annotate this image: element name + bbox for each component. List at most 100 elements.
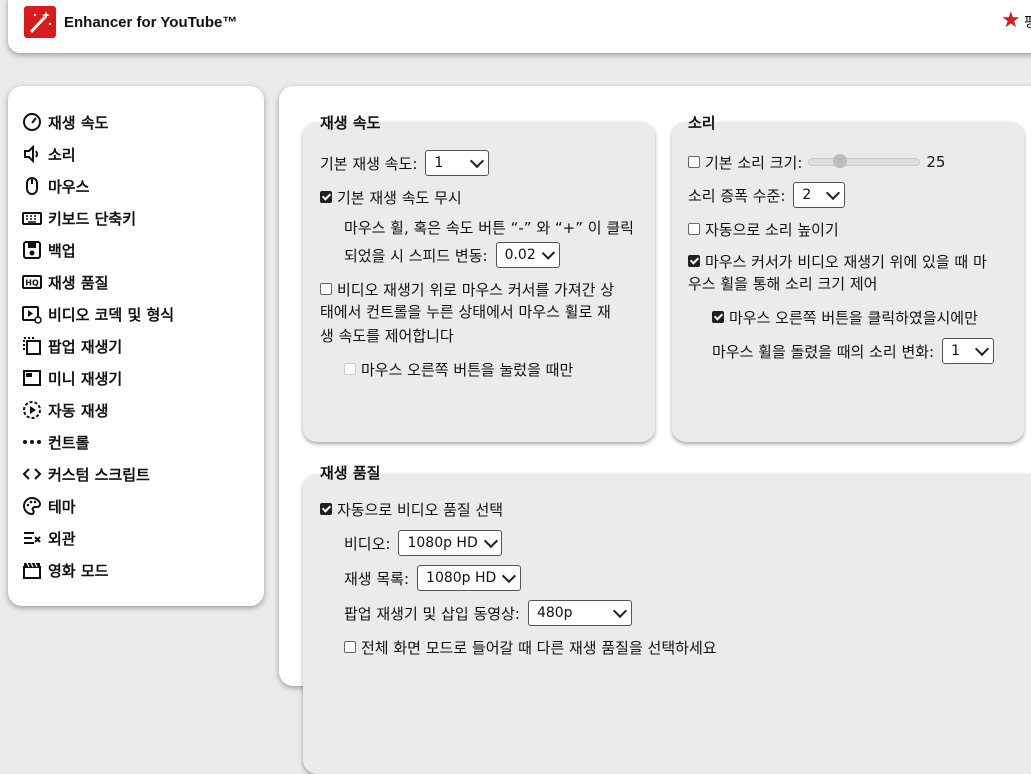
default-volume-row: 기본 소리 크기: 25 xyxy=(688,151,945,173)
select-value: 2 xyxy=(802,187,812,203)
chevron-down-icon xyxy=(502,569,517,583)
sidebar-item-controls[interactable]: 컨트롤 xyxy=(22,430,89,454)
popup-quality-label: 팝업 재생기 및 삽입 동영상: xyxy=(344,604,520,623)
sidebar-item-label: 컨트롤 xyxy=(48,433,90,452)
sidebar-item-label: 재생 품질 xyxy=(48,273,109,292)
wheel-step-label: 되었을 시 스피드 변동: xyxy=(344,246,488,265)
wheel-step-select[interactable]: 0.02 xyxy=(495,242,560,268)
auto-quality-checkbox[interactable] xyxy=(320,503,332,515)
select-value: 1 xyxy=(951,343,961,359)
fullscreen-quality-label: 전체 화면 모드로 들어갈 때 다른 재생 품질을 선택하세요 xyxy=(361,638,717,657)
boost-label: 소리 증폭 수준: xyxy=(688,186,786,205)
clapperboard-icon xyxy=(23,562,41,579)
fullscreen-quality-checkbox[interactable] xyxy=(344,641,356,653)
sidebar-item-quality[interactable]: HQ 재생 품질 xyxy=(22,270,108,294)
sidebar-item-sound[interactable]: 소리 xyxy=(22,142,76,166)
sidebar-item-mini-player[interactable]: 미니 재생기 xyxy=(22,366,122,390)
svg-text:HQ: HQ xyxy=(25,279,39,288)
volume-wheel-change-select[interactable]: 1 xyxy=(942,338,995,364)
chevron-down-icon xyxy=(541,246,555,260)
sidebar-item-label: 비디오 코덱 및 형식 xyxy=(48,305,175,324)
speed-right-button-checkbox[interactable] xyxy=(344,363,356,375)
fullscreen-quality-row[interactable]: 전체 화면 모드로 들어갈 때 다른 재생 품질을 선택하세요 xyxy=(344,636,717,658)
chevron-down-icon xyxy=(826,185,841,201)
default-volume-slider[interactable] xyxy=(808,154,921,168)
mini-player-icon xyxy=(23,370,41,386)
appearance-icon xyxy=(24,532,41,544)
sidebar-item-theme[interactable]: 테마 xyxy=(22,494,76,518)
volume-right-click-row[interactable]: 마우스 오른쪽 버튼을 클릭하였을시에만 xyxy=(712,306,978,328)
keyboard-icon xyxy=(22,212,42,225)
sidebar-item-label: 미니 재생기 xyxy=(48,369,123,388)
autoplay-icon xyxy=(23,401,41,419)
volume-right-click-checkbox[interactable] xyxy=(712,311,724,323)
chevron-down-icon xyxy=(483,534,498,548)
rate-link-text[interactable]: 평 xyxy=(1024,12,1031,32)
sidebar-item-label: 소리 xyxy=(48,145,76,164)
sidebar-item-label: 백업 xyxy=(48,241,76,260)
sidebar-item-label: 키보드 단축키 xyxy=(48,209,137,228)
select-value: 1080p HD xyxy=(426,570,497,586)
sidebar-item-label: 영화 모드 xyxy=(48,561,109,580)
popup-icon xyxy=(23,337,41,355)
sidebar-item-custom-script[interactable]: 커스텀 스크립트 xyxy=(22,462,150,486)
volume-wheel-label-rest: 우스 휠을 통해 소리 크기 제어 xyxy=(688,272,877,296)
magic-wand-logo-icon xyxy=(24,6,56,38)
speed-right-button-row[interactable]: 마우스 오른쪽 버튼을 눌렀을 때만 xyxy=(344,358,573,380)
chevron-down-icon xyxy=(470,153,485,169)
popup-quality-select[interactable]: 480p xyxy=(527,600,632,626)
volume-wheel-checkbox[interactable] xyxy=(688,255,700,267)
default-speed-select[interactable]: 1 xyxy=(425,150,490,176)
sidebar-item-label: 팝업 재생기 xyxy=(48,337,123,356)
chevron-down-icon xyxy=(975,341,990,357)
sidebar-item-autoplay[interactable]: 자동 재생 xyxy=(22,398,108,422)
sidebar-item-playback-speed[interactable]: 재생 속도 xyxy=(22,110,108,134)
select-value: 1 xyxy=(434,155,444,171)
auto-raise-checkbox[interactable] xyxy=(688,223,700,235)
sidebar-item-codec[interactable]: 비디오 코덱 및 형식 xyxy=(22,302,174,326)
main-panel: 재생 속도 기본 재생 속도: 1 기본 재생 속도 무시 마우스 휠, 혹은 … xyxy=(279,86,1031,774)
app-title: Enhancer for YouTube™ xyxy=(64,14,238,31)
volume-right-click-label: 마우스 오른쪽 버튼을 클릭하였을시에만 xyxy=(729,308,978,327)
popup-quality-row: 팝업 재생기 및 삽입 동영상: 480p xyxy=(344,600,632,626)
speedometer-icon xyxy=(23,113,41,131)
ignore-default-speed-checkbox[interactable] xyxy=(320,191,332,203)
playlist-quality-row: 재생 목록: 1080p HD xyxy=(344,565,522,591)
sidebar-item-backup[interactable]: 백업 xyxy=(22,238,76,262)
default-speed-label: 기본 재생 속도: xyxy=(320,154,418,173)
default-volume-checkbox[interactable] xyxy=(688,156,700,168)
sidebar-item-label: 재생 속도 xyxy=(48,113,109,132)
sidebar-item-appearance[interactable]: 외관 xyxy=(22,526,76,550)
playlist-quality-label: 재생 목록: xyxy=(344,569,410,588)
control-wheel-row[interactable]: 비디오 재생기 위로 마우스 커서를 가져간 상 xyxy=(320,278,614,300)
auto-quality-row[interactable]: 자동으로 비디오 품질 선택 xyxy=(320,498,503,520)
more-icon xyxy=(23,440,41,444)
sidebar-item-keyboard[interactable]: 키보드 단축키 xyxy=(22,206,136,230)
sidebar-item-cinema-mode[interactable]: 영화 모드 xyxy=(22,558,108,582)
ignore-default-speed-row[interactable]: 기본 재생 속도 무시 xyxy=(320,186,462,208)
control-wheel-checkbox[interactable] xyxy=(320,283,332,295)
star-icon[interactable]: ★ xyxy=(1001,10,1021,32)
boost-select[interactable]: 2 xyxy=(793,182,846,208)
control-wheel-label-line2: 태에서 컨트롤을 누른 상태에서 마우스 휠로 재 xyxy=(320,303,611,321)
sidebar-item-label: 커스텀 스크립트 xyxy=(48,465,150,484)
slider-thumb[interactable] xyxy=(833,154,848,168)
sidebar: 재생 속도 소리 마우스 키보드 단축키 백업 HQ 재생 품질 비디오 코덱 … xyxy=(8,86,264,606)
palette-icon xyxy=(23,496,42,516)
card-title: 재생 품질 xyxy=(320,464,381,482)
video-quality-label: 비디오: xyxy=(344,534,391,553)
auto-raise-row[interactable]: 자동으로 소리 높이기 xyxy=(688,218,839,240)
volume-wheel-row[interactable]: 마우스 커서가 비디오 재생기 위에 있을 때 마 xyxy=(688,250,987,272)
video-quality-row: 비디오: 1080p HD xyxy=(344,530,503,556)
sidebar-item-popup[interactable]: 팝업 재생기 xyxy=(22,334,122,358)
video-quality-select[interactable]: 1080p HD xyxy=(398,530,503,556)
sidebar-item-label: 테마 xyxy=(48,497,76,516)
volume-wheel-label-line2: 우스 휠을 통해 소리 크기 제어 xyxy=(688,275,878,293)
header-bar: Enhancer for YouTube™ ★ 평 xyxy=(8,0,1031,53)
sidebar-item-mouse[interactable]: 마우스 xyxy=(22,174,89,198)
card-title: 재생 속도 xyxy=(320,114,381,132)
sound-card: 소리 기본 소리 크기: 25 소리 증폭 수준: 2 자동으로 소리 높이기 … xyxy=(672,114,1024,442)
playlist-quality-select[interactable]: 1080p HD xyxy=(417,565,522,591)
wheel-step-text-line1: 마우스 휠, 혹은 속도 버튼 “-” 와 “+” 이 클릭 xyxy=(344,219,634,237)
default-volume-label: 기본 소리 크기: xyxy=(705,153,803,172)
